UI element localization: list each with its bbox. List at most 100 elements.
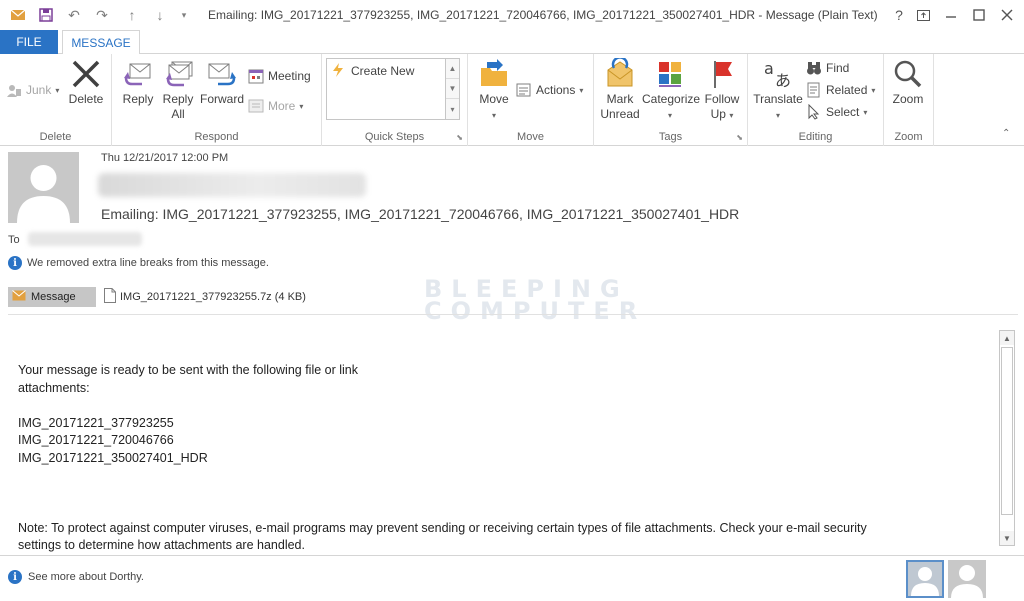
- select-button[interactable]: Select ▾: [806, 102, 867, 122]
- maximize-icon[interactable]: [968, 5, 990, 25]
- move-button[interactable]: Move ▾: [468, 58, 520, 123]
- select-label: Select: [826, 105, 860, 119]
- body-line: attachments:: [18, 380, 90, 395]
- categorize-label: Categorize: [642, 92, 701, 106]
- customize-quick-access-icon[interactable]: ▾: [176, 7, 192, 23]
- categorize-icon: [654, 58, 686, 90]
- tab-file[interactable]: FILE: [0, 30, 58, 54]
- zoom-group-label: Zoom: [894, 131, 923, 143]
- move-folder-icon: [478, 58, 510, 90]
- save-icon[interactable]: [38, 7, 54, 23]
- editing-group: aあ Translate ▾ Find Related ▾ Select ▾ E…: [748, 54, 884, 146]
- reply-all-label-line1: Reply: [162, 92, 194, 106]
- follow-up-button[interactable]: Follow Up ▾: [696, 58, 748, 123]
- translate-icon: aあ: [762, 58, 794, 90]
- people-pane: i See more about Dorthy.: [0, 555, 1024, 601]
- follow-up-label-line1: Follow: [704, 92, 740, 106]
- info-bar[interactable]: i We removed extra line breaks from this…: [8, 256, 269, 270]
- ribbon-display-options-icon[interactable]: [912, 5, 934, 25]
- chevron-down-icon: ▾: [667, 111, 672, 120]
- body-note: Note: To protect against computer viruse…: [18, 520, 867, 535]
- lightning-icon: [331, 63, 347, 79]
- find-label: Find: [826, 61, 850, 75]
- person-avatar-selected[interactable]: [906, 560, 944, 598]
- sender-avatar: [8, 152, 79, 223]
- scroll-down-icon[interactable]: ▼: [1000, 531, 1014, 545]
- person-avatar[interactable]: [948, 560, 986, 598]
- more-respond-label: More: [268, 99, 296, 113]
- title-bar: ↶ ↷ ↑ ↓ ▾ Emailing: IMG_20171221_3779232…: [0, 0, 1024, 30]
- previous-item-icon[interactable]: ↑: [124, 7, 140, 23]
- recipient-redacted: [28, 232, 142, 246]
- mark-unread-icon: [604, 56, 636, 90]
- chevron-down-icon: ▾: [871, 85, 876, 95]
- message-subject: Emailing: IMG_20171221_377923255, IMG_20…: [101, 206, 740, 222]
- delete-x-icon: [70, 58, 102, 90]
- help-button[interactable]: ?: [888, 5, 910, 25]
- delete-button[interactable]: Delete: [60, 58, 112, 107]
- message-date: Thu 12/21/2017 12:00 PM: [101, 152, 229, 164]
- forward-icon: [206, 58, 238, 90]
- translate-label: Translate: [753, 92, 803, 106]
- scroll-up-icon[interactable]: ▲: [1000, 331, 1014, 345]
- meeting-button[interactable]: Meeting: [248, 66, 311, 86]
- junk-icon: [6, 82, 22, 98]
- zoom-group: Zoom Zoom: [884, 54, 934, 146]
- scroll-down-icon[interactable]: ▼: [446, 79, 459, 99]
- zoom-label: Zoom: [892, 92, 924, 106]
- redo-icon[interactable]: ↷: [94, 7, 110, 23]
- attachment-item[interactable]: IMG_20171221_377923255.7z (4 KB): [104, 287, 306, 307]
- close-icon[interactable]: [996, 5, 1018, 25]
- info-icon: i: [8, 570, 22, 584]
- more-respond-button[interactable]: More ▾: [248, 96, 303, 116]
- see-more-link[interactable]: i See more about Dorthy.: [8, 570, 144, 584]
- tab-message[interactable]: MESSAGE: [62, 30, 140, 55]
- attachment-name: IMG_20171221_377923255.7z (4 KB): [120, 291, 306, 303]
- body-file-name: IMG_20171221_377923255: [18, 415, 174, 430]
- ribbon-tabs: FILE MESSAGE: [0, 30, 1024, 55]
- chevron-down-icon: ▾: [491, 111, 496, 120]
- dialog-launcher-icon[interactable]: ⬊: [456, 133, 463, 142]
- svg-text:a: a: [764, 59, 774, 78]
- related-button[interactable]: Related ▾: [806, 80, 875, 100]
- forward-button[interactable]: Forward: [196, 58, 248, 107]
- file-icon: [104, 288, 116, 306]
- quick-steps-gallery: Create New: [326, 58, 446, 120]
- next-item-icon[interactable]: ↓: [152, 7, 168, 23]
- body-file-name: IMG_20171221_350027401_HDR: [18, 450, 208, 465]
- create-new-label: Create New: [351, 64, 415, 78]
- editing-group-label: Editing: [798, 131, 833, 143]
- actions-button[interactable]: Actions ▾: [516, 80, 583, 100]
- mail-icon: [10, 7, 26, 23]
- categorize-button[interactable]: Categorize ▾: [642, 58, 701, 123]
- follow-up-label-line2: Up: [710, 107, 726, 121]
- translate-button[interactable]: aあ Translate ▾: [750, 58, 806, 123]
- actions-icon: [516, 82, 532, 98]
- junk-button[interactable]: Junk ▾: [6, 80, 59, 100]
- svg-text:あ: あ: [775, 71, 791, 90]
- flag-icon: [706, 58, 738, 90]
- tags-group: Mark Unread Categorize ▾ Follow Up ▾ Tag…: [594, 54, 748, 146]
- chevron-down-icon: ▾: [299, 101, 304, 111]
- message-tab-label: Message: [31, 291, 76, 303]
- chevron-down-icon: ▾: [729, 111, 734, 120]
- mark-unread-label-line2: Unread: [600, 107, 640, 121]
- collapse-ribbon-icon[interactable]: ⌃: [1002, 128, 1010, 139]
- see-more-text: See more about Dorthy.: [28, 571, 144, 583]
- minimize-icon[interactable]: [940, 5, 962, 25]
- cursor-icon: [806, 103, 822, 120]
- mark-unread-button[interactable]: Mark Unread: [594, 56, 646, 122]
- find-button[interactable]: Find: [806, 58, 849, 78]
- undo-icon[interactable]: ↶: [66, 7, 82, 23]
- message-tab[interactable]: Message: [8, 287, 96, 307]
- zoom-button[interactable]: Zoom: [884, 58, 932, 107]
- expand-gallery-icon[interactable]: ▾: [446, 99, 459, 119]
- create-new-quick-step[interactable]: Create New: [331, 61, 414, 81]
- reply-all-label-line2: All: [171, 107, 185, 121]
- more-respond-icon: [248, 98, 264, 114]
- dialog-launcher-icon[interactable]: ⬊: [736, 133, 743, 142]
- scroll-up-icon[interactable]: ▲: [446, 59, 459, 79]
- quick-steps-scrollbar[interactable]: ▲ ▼ ▾: [446, 58, 460, 120]
- scrollbar-thumb[interactable]: [1001, 347, 1013, 515]
- body-scrollbar[interactable]: ▲ ▼: [999, 330, 1015, 546]
